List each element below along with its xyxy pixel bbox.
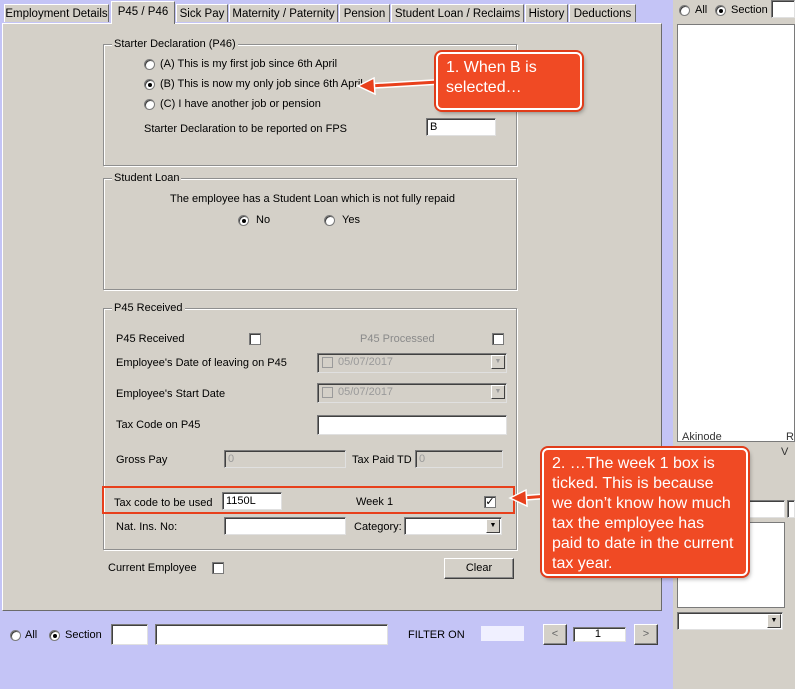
callout-2: 2. …The week 1 box is ticked. This is be… — [542, 448, 748, 576]
p45-received-checkbox[interactable] — [249, 333, 261, 345]
tab-sick-pay[interactable]: Sick Pay — [176, 4, 228, 22]
tab-bar: Employment Details P45 / P46 Sick Pay Ma… — [0, 0, 662, 24]
starter-option-b-radio[interactable] — [144, 79, 155, 90]
footer-all-radio[interactable] — [10, 630, 21, 641]
start-date-value: 05/07/2017 — [338, 386, 394, 398]
ni-number-input[interactable] — [224, 517, 346, 535]
footer-section-code-input[interactable] — [111, 624, 148, 645]
student-loan-yes-label: Yes — [342, 214, 360, 226]
employee-list-col-v: V — [781, 446, 789, 458]
leaving-date-dropdown-icon[interactable]: ▼ — [491, 355, 505, 369]
tab-student-loan-reclaims[interactable]: Student Loan / Reclaims — [391, 4, 524, 22]
leaving-date-picker[interactable]: 05/07/2017 ▼ — [317, 353, 507, 373]
tax-paid-label: Tax Paid TD — [352, 454, 412, 466]
category-label: Category: — [354, 521, 402, 533]
tab-deductions[interactable]: Deductions — [569, 4, 636, 22]
starter-option-c-label: (C) I have another job or pension — [160, 98, 321, 110]
footer-section-radio[interactable] — [49, 630, 60, 641]
right-section-radio[interactable] — [715, 5, 726, 16]
starter-option-a-label: (A) This is my first job since 6th April — [160, 58, 338, 70]
right-pane: All Section Akinode R V ▼ — [673, 0, 795, 689]
filter-indicator — [481, 626, 524, 641]
start-date-label: Employee's Start Date — [116, 388, 226, 400]
callout-1-arrow — [356, 76, 439, 96]
starter-declaration-title: Starter Declaration (P46) — [112, 38, 238, 51]
footer-bar: All Section FILTER ON < 1 > — [0, 612, 663, 689]
right-all-radio[interactable] — [679, 5, 690, 16]
starter-option-a-radio[interactable] — [144, 59, 155, 70]
starter-option-c-radio[interactable] — [144, 99, 155, 110]
footer-all-label: All — [25, 629, 38, 641]
fps-declaration-input[interactable]: B — [426, 118, 496, 136]
p45-processed-checkbox[interactable] — [492, 333, 504, 345]
highlight-tax-code-row — [102, 486, 515, 514]
student-loan-yes-radio[interactable] — [324, 215, 335, 226]
filter-on-label: FILTER ON — [408, 629, 465, 641]
tab-employment-details[interactable]: Employment Details — [4, 4, 109, 22]
leaving-date-value: 05/07/2017 — [338, 356, 394, 368]
callout-1: 1. When B is selected… — [436, 52, 582, 110]
p45-received-title: P45 Received — [112, 302, 185, 315]
student-loan-question: The employee has a Student Loan which is… — [170, 193, 455, 205]
p45-received-label: P45 Received — [116, 333, 185, 345]
p45-tax-code-label: Tax Code on P45 — [116, 419, 201, 431]
footer-section-label: Section — [65, 629, 102, 641]
current-employee-label: Current Employee — [108, 562, 197, 574]
current-employee-checkbox[interactable] — [212, 562, 224, 574]
right-section-input[interactable] — [771, 0, 795, 18]
right-select-dropdown-icon[interactable]: ▼ — [767, 614, 781, 628]
gross-pay-label: Gross Pay — [116, 454, 168, 466]
prev-page-button[interactable]: < — [543, 624, 567, 645]
page-number-input[interactable]: 1 — [573, 627, 626, 642]
ni-number-label: Nat. Ins. No: — [116, 521, 178, 533]
category-dropdown-icon[interactable]: ▼ — [486, 519, 500, 533]
student-loan-title: Student Loan — [112, 172, 182, 185]
leaving-date-label: Employee's Date of leaving on P45 — [116, 357, 287, 369]
next-page-button[interactable]: > — [634, 624, 658, 645]
right-field-2[interactable] — [787, 500, 795, 518]
category-select[interactable]: ▼ — [404, 517, 502, 535]
p45-processed-label: P45 Processed — [360, 333, 435, 345]
employee-list[interactable]: Akinode R — [677, 24, 795, 443]
gross-pay-input[interactable]: 0 — [224, 450, 346, 468]
tab-p45-p46[interactable]: P45 / P46 — [111, 1, 175, 24]
fps-label: Starter Declaration to be reported on FP… — [144, 123, 347, 135]
tax-paid-input[interactable]: 0 — [415, 450, 503, 468]
student-loan-group: Student Loan The employee has a Student … — [103, 172, 517, 290]
student-loan-no-radio[interactable] — [238, 215, 249, 226]
leaving-date-checkbox[interactable] — [322, 357, 333, 368]
right-select[interactable]: ▼ — [677, 612, 783, 630]
clear-button[interactable]: Clear — [444, 558, 514, 579]
right-section-label: Section — [731, 4, 768, 16]
starter-option-b-label: (B) This is now my only job since 6th Ap… — [160, 78, 363, 90]
footer-section-name-input[interactable] — [155, 624, 388, 645]
start-date-picker[interactable]: 05/07/2017 ▼ — [317, 383, 507, 403]
p45-tax-code-input[interactable] — [317, 415, 507, 435]
tab-history[interactable]: History — [525, 4, 568, 22]
student-loan-no-label: No — [256, 214, 271, 226]
start-date-checkbox[interactable] — [322, 387, 333, 398]
start-date-dropdown-icon[interactable]: ▼ — [491, 385, 505, 399]
tab-maternity-paternity[interactable]: Maternity / Paternity — [229, 4, 338, 22]
tab-pension[interactable]: Pension — [339, 4, 390, 22]
right-all-label: All — [695, 4, 708, 16]
